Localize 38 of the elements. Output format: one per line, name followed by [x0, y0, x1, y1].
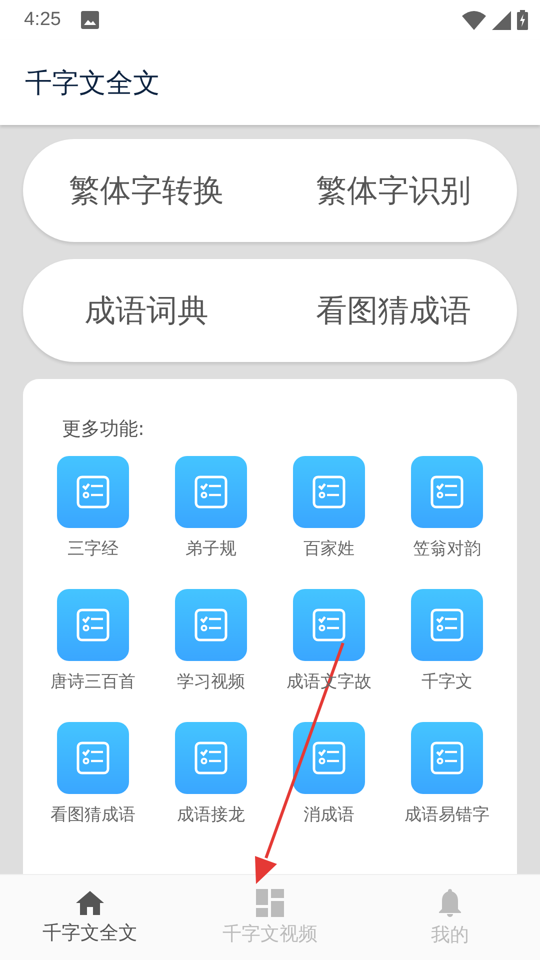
- feature-label[interactable]: 成语接龙: [177, 802, 245, 828]
- app-title: 千字文全文: [25, 66, 160, 100]
- home-icon: [75, 890, 105, 916]
- checklist-icon[interactable]: [411, 589, 483, 661]
- feature-label[interactable]: 弟子规: [186, 536, 236, 562]
- feature-button[interactable]: 成语词典: [23, 280, 270, 340]
- nav-tab[interactable]: 千字文全文: [0, 875, 180, 960]
- bell-icon: [437, 888, 463, 918]
- checklist-icon[interactable]: [411, 456, 483, 528]
- battery-icon: [517, 10, 528, 30]
- checklist-icon[interactable]: [293, 722, 365, 794]
- feature-label[interactable]: 消成语: [304, 802, 354, 828]
- feature-button[interactable]: 繁体字识别: [270, 160, 517, 220]
- section-heading: 更多功能:: [61, 417, 144, 442]
- checklist-icon[interactable]: [175, 589, 247, 661]
- feature-label[interactable]: 成语易错字: [404, 802, 490, 828]
- signal-icon: [492, 10, 511, 30]
- wifi-icon: [462, 10, 486, 30]
- feature-label[interactable]: 千字文: [422, 669, 472, 695]
- feature-label[interactable]: 三字经: [68, 536, 118, 562]
- feature-label[interactable]: 看图猜成语: [50, 802, 136, 828]
- feature-label[interactable]: 唐诗三百首: [50, 669, 136, 695]
- feature-label[interactable]: 学习视频: [177, 669, 245, 695]
- image-icon: [80, 11, 99, 29]
- feature-button[interactable]: 看图猜成语: [270, 280, 517, 340]
- feature-label[interactable]: 笠翁对韵: [413, 536, 481, 562]
- status-time: 4:25: [24, 9, 61, 31]
- checklist-icon[interactable]: [57, 456, 129, 528]
- feature-label[interactable]: 百家姓: [304, 536, 354, 562]
- checklist-icon[interactable]: [293, 456, 365, 528]
- checklist-icon[interactable]: [411, 722, 483, 794]
- checklist-icon[interactable]: [175, 722, 247, 794]
- checklist-icon[interactable]: [175, 456, 247, 528]
- checklist-icon[interactable]: [293, 589, 365, 661]
- checklist-icon[interactable]: [57, 589, 129, 661]
- dashboard-icon: [256, 888, 284, 916]
- checklist-icon[interactable]: [57, 722, 129, 794]
- feature-button[interactable]: 繁体字转换: [23, 160, 270, 220]
